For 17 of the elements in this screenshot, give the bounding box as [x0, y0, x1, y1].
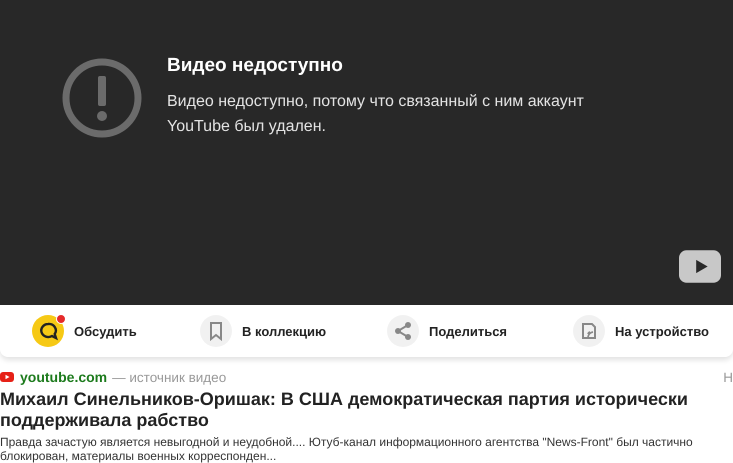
- source-caption: — источник видео: [112, 370, 226, 384]
- source-link[interactable]: youtube.com: [20, 369, 108, 385]
- share-icon: [387, 315, 419, 347]
- bookmark-icon: [200, 315, 232, 347]
- error-message: Видео недоступно, потому что связанный с ним аккаунт YouTube был удален.: [167, 92, 585, 137]
- warning-icon: [62, 58, 142, 138]
- article-snippet: Правда зачастую является невыгодной и неудобной.... Ютуб-канал информационного агентства "News-Front" был частично блокирован, материалы военных корреспонден...: [0, 435, 694, 463]
- share-button[interactable]: Поделиться: [387, 315, 573, 347]
- article-title[interactable]: Михаил Синельников-Оришак: В США демократическая партия исторически поддерживала рабство: [0, 389, 700, 431]
- discuss-button[interactable]: Обсудить: [32, 315, 200, 347]
- cast-icon: [573, 315, 605, 347]
- source-caption: Н: [723, 370, 733, 384]
- device-button[interactable]: На устройство: [573, 315, 709, 347]
- collection-button[interactable]: В коллекцию: [200, 315, 387, 347]
- play-button[interactable]: [679, 250, 721, 283]
- error-title: Видео недоступно: [167, 55, 344, 77]
- chat-icon: [32, 315, 64, 347]
